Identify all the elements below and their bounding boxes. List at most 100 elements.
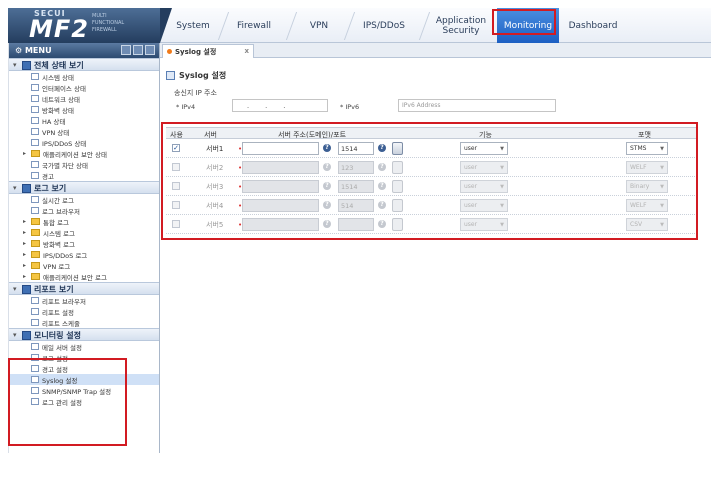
menu-section-label: 리포트 보기	[34, 284, 74, 294]
port-field[interactable]	[338, 218, 374, 231]
tab-dashboard[interactable]: Dashboard	[562, 8, 624, 43]
help-icon[interactable]: ?	[323, 144, 331, 152]
server-lookup-icon[interactable]	[392, 142, 403, 155]
server-lookup-icon[interactable]	[392, 180, 403, 193]
collapse-toggle-icon[interactable]: ▾	[13, 61, 19, 69]
collapse-toggle-icon[interactable]: ▾	[13, 285, 19, 293]
menu-item[interactable]: Syslog 설정	[9, 374, 159, 385]
content-tab-strip: Syslog 설정 x	[160, 43, 711, 58]
content-area: Syslog 설정 x Syslog 설정 송신지 IP 주소 * IPv4 .…	[160, 43, 711, 453]
menu-item[interactable]: ▸ 애플리케이션 보안 상태	[9, 148, 159, 159]
help-icon[interactable]: ?	[323, 182, 331, 190]
expand-arrow-icon[interactable]: ▸	[23, 262, 28, 269]
menu-item[interactable]: VPN 상태	[9, 126, 159, 137]
format-value: WELF	[630, 164, 647, 171]
content-tab-syslog[interactable]: Syslog 설정 x	[162, 44, 254, 58]
server-lookup-icon[interactable]	[392, 199, 403, 212]
help-icon[interactable]: ?	[378, 201, 386, 209]
server-address-field[interactable]	[242, 161, 319, 174]
menu-item[interactable]: 리포트 설정	[9, 306, 159, 317]
menu-item[interactable]: 인터페이스 상태	[9, 82, 159, 93]
format-select[interactable]: STMS ▼	[626, 142, 668, 155]
ipv6-field[interactable]: IPv6 Address	[398, 99, 556, 112]
expand-arrow-icon[interactable]: ▸	[23, 218, 28, 225]
tab-application-security[interactable]: Application Security	[430, 8, 492, 43]
facility-select[interactable]: user ▼	[460, 142, 508, 155]
menu-item[interactable]: 네트워크 상태	[9, 93, 159, 104]
menu-item[interactable]: 로그 관리 설정	[9, 396, 159, 407]
menu-item[interactable]: HA 상태	[9, 115, 159, 126]
facility-select[interactable]: user ▼	[460, 218, 508, 231]
use-checkbox[interactable]	[172, 163, 180, 171]
help-icon[interactable]: ?	[378, 144, 386, 152]
menu-item[interactable]: 로그 설정	[9, 352, 159, 363]
expand-arrow-icon[interactable]: ▸	[23, 251, 28, 258]
help-icon[interactable]: ?	[378, 220, 386, 228]
menu-item[interactable]: 경고	[9, 170, 159, 181]
server-address-field[interactable]	[242, 199, 319, 212]
server-address-field[interactable]	[242, 142, 319, 155]
menu-section-1[interactable]: ▾ 로그 보기	[9, 181, 159, 194]
menu-item[interactable]: 방화벽 상태	[9, 104, 159, 115]
help-icon[interactable]: ?	[323, 220, 331, 228]
hide-menu-button[interactable]	[145, 45, 155, 55]
menu-item[interactable]: ▸ VPN 로그	[9, 260, 159, 271]
server-lookup-icon[interactable]	[392, 218, 403, 231]
collapse-toggle-icon[interactable]: ▾	[13, 184, 19, 192]
facility-select[interactable]: user ▼	[460, 180, 508, 193]
expand-arrow-icon[interactable]: ▸	[23, 273, 28, 280]
expand-arrow-icon[interactable]: ▸	[23, 150, 28, 157]
server-address-field[interactable]	[242, 218, 319, 231]
menu-item[interactable]: ▸ 시스템 로그	[9, 227, 159, 238]
port-field[interactable]: 1514	[338, 180, 374, 193]
menu-item[interactable]: 시스템 상태	[9, 71, 159, 82]
expand-arrow-icon[interactable]: ▸	[23, 229, 28, 236]
menu-item[interactable]: 리포트 스케줄	[9, 317, 159, 328]
tab-system[interactable]: System	[168, 8, 218, 43]
expand-all-button[interactable]	[121, 45, 131, 55]
port-field[interactable]: 123	[338, 161, 374, 174]
format-select[interactable]: CSV ▼	[626, 218, 668, 231]
menu-section-0[interactable]: ▾ 전체 상태 보기	[9, 58, 159, 71]
format-select[interactable]: WELF ▼	[626, 199, 668, 212]
help-icon[interactable]: ?	[378, 163, 386, 171]
menu-item[interactable]: ▸ 통합 로그	[9, 216, 159, 227]
format-select[interactable]: Binary ▼	[626, 180, 668, 193]
menu-item[interactable]: 리포트 브라우저	[9, 295, 159, 306]
port-field[interactable]: 514	[338, 199, 374, 212]
menu-item[interactable]: 메일 서버 설정	[9, 341, 159, 352]
use-checkbox[interactable]	[172, 220, 180, 228]
close-icon[interactable]: x	[244, 47, 249, 55]
help-icon[interactable]: ?	[323, 163, 331, 171]
server-lookup-icon[interactable]	[392, 161, 403, 174]
help-icon[interactable]: ?	[323, 201, 331, 209]
collapse-all-button[interactable]	[133, 45, 143, 55]
facility-select[interactable]: user ▼	[460, 161, 508, 174]
menu-item[interactable]: 경고 설정	[9, 363, 159, 374]
use-checkbox[interactable]	[172, 201, 180, 209]
menu-item[interactable]: IPS/DDoS 상태	[9, 137, 159, 148]
port-field[interactable]: 1514	[338, 142, 374, 155]
server-address-field[interactable]	[242, 180, 319, 193]
menu-item[interactable]: SNMP/SNMP Trap 설정	[9, 385, 159, 396]
tab-monitoring[interactable]: Monitoring	[497, 8, 559, 43]
ipv4-field[interactable]: . . .	[232, 99, 328, 112]
menu-item[interactable]: 국가별 차단 상태	[9, 159, 159, 170]
menu-item[interactable]: ▸ 방화벽 로그	[9, 238, 159, 249]
expand-arrow-icon[interactable]: ▸	[23, 240, 28, 247]
use-checkbox[interactable]	[172, 182, 180, 190]
menu-section-2[interactable]: ▾ 리포트 보기	[9, 282, 159, 295]
menu-item[interactable]: 실시간 로그	[9, 194, 159, 205]
format-select[interactable]: WELF ▼	[626, 161, 668, 174]
use-checkbox[interactable]: ✓	[172, 144, 180, 152]
menu-item[interactable]: 로그 브라우저	[9, 205, 159, 216]
facility-select[interactable]: user ▼	[460, 199, 508, 212]
tab-ips-ddos[interactable]: IPS/DDoS	[355, 8, 413, 43]
menu-section-3[interactable]: ▾ 모니터링 설정	[9, 328, 159, 341]
collapse-toggle-icon[interactable]: ▾	[13, 331, 19, 339]
tab-firewall[interactable]: Firewall	[229, 8, 279, 43]
menu-item[interactable]: ▸ 애플리케이션 보안 로그	[9, 271, 159, 282]
tab-vpn[interactable]: VPN	[297, 8, 341, 43]
menu-item[interactable]: ▸ IPS/DDoS 로그	[9, 249, 159, 260]
help-icon[interactable]: ?	[378, 182, 386, 190]
